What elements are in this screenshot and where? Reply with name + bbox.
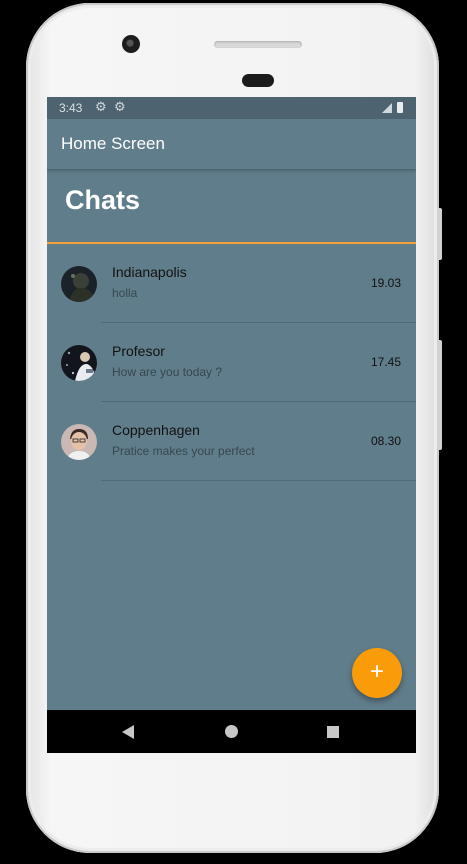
chat-last-message: Pratice makes your perfect: [112, 444, 255, 458]
new-chat-button[interactable]: +: [352, 648, 402, 698]
screen: 3:43 ⚙ ⚙ Home Screen Chats Indianapolis …: [47, 97, 416, 753]
avatar: [61, 266, 97, 302]
app-bar: Home Screen: [47, 119, 416, 169]
list-divider: [101, 480, 416, 481]
gear-icon: ⚙: [114, 99, 126, 114]
chat-last-message: holla: [112, 286, 138, 300]
avatar: [61, 345, 97, 381]
front-camera: [122, 35, 140, 53]
home-icon[interactable]: [225, 725, 238, 738]
recents-icon[interactable]: [327, 726, 339, 738]
chat-list-item[interactable]: Profesor How are you today ? 17.45: [47, 323, 416, 402]
chat-name: Profesor: [112, 343, 165, 359]
chat-time: 19.03: [370, 276, 401, 290]
earpiece-speaker: [214, 41, 302, 48]
chat-time: 17.45: [370, 355, 401, 369]
gear-icon: ⚙: [95, 99, 107, 114]
chat-last-message: How are you today ?: [112, 365, 223, 379]
battery-icon: [397, 102, 403, 113]
chat-name: Indianapolis: [112, 264, 187, 280]
avatar: [61, 424, 97, 460]
chat-list-item[interactable]: Coppenhagen Pratice makes your perfect 0…: [47, 402, 416, 481]
chat-list-item[interactable]: Indianapolis holla 19.03: [47, 244, 416, 323]
chat-time: 08.30: [370, 434, 401, 448]
page-title: Chats: [65, 185, 141, 215]
status-time: 3:43: [59, 101, 83, 115]
status-bar: 3:43 ⚙ ⚙: [47, 97, 416, 119]
volume-button: [437, 208, 442, 260]
power-button: [437, 340, 442, 450]
plus-icon: +: [369, 658, 384, 685]
chat-name: Coppenhagen: [112, 422, 200, 438]
proximity-sensor: [242, 74, 274, 87]
back-icon[interactable]: [122, 725, 134, 739]
system-nav-bar: [47, 710, 416, 753]
app-bar-title: Home Screen: [61, 134, 165, 153]
signal-icon: [382, 103, 392, 113]
